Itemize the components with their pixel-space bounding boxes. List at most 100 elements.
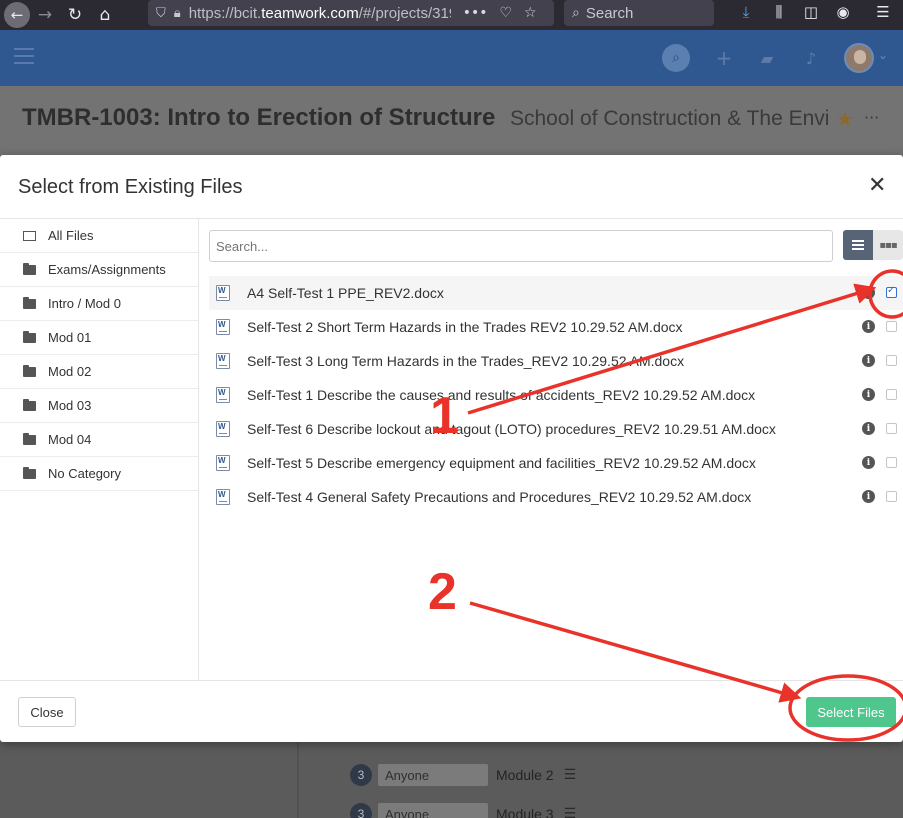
info-icon[interactable]: i xyxy=(862,354,875,367)
word-document-icon xyxy=(216,387,230,403)
annotation-step-1-label: 1 xyxy=(430,387,459,445)
file-search-input[interactable] xyxy=(209,230,833,262)
library-icon[interactable]: ⫼ xyxy=(768,0,790,24)
info-icon[interactable]: i xyxy=(862,286,875,299)
category-label: Mod 04 xyxy=(48,432,92,447)
account-icon[interactable]: ◉ xyxy=(832,0,854,24)
word-document-icon xyxy=(216,285,230,301)
category-sidebar: All Files Exams/Assignments Intro / Mod … xyxy=(0,219,199,680)
file-checkbox[interactable] xyxy=(886,491,897,502)
category-exams-assignments[interactable]: Exams/Assignments xyxy=(0,253,198,287)
task-count-badge: 3 xyxy=(350,764,372,786)
folder-icon xyxy=(23,262,36,275)
category-mod-03[interactable]: Mod 03 xyxy=(0,389,198,423)
sidebar-toggle-icon[interactable]: ◫ xyxy=(800,0,822,24)
assignee-pill: Anyone xyxy=(378,803,488,818)
file-checkbox[interactable] xyxy=(886,389,897,400)
file-row[interactable]: Self-Test 6 Describe lockout and tagout … xyxy=(209,412,903,446)
file-row[interactable]: Self-Test 5 Describe emergency equipment… xyxy=(209,446,903,480)
word-document-icon xyxy=(216,489,230,505)
hamburger-menu-icon[interactable] xyxy=(14,48,34,64)
user-avatar[interactable] xyxy=(844,43,874,73)
category-all-files[interactable]: All Files xyxy=(0,219,198,253)
select-files-modal: Select from Existing Files ✕ All Files E… xyxy=(0,155,903,742)
category-label: Mod 02 xyxy=(48,364,92,379)
file-checkbox[interactable] xyxy=(886,355,897,366)
file-name: Self-Test 2 Short Term Hazards in the Tr… xyxy=(247,319,683,335)
app-search-icon[interactable]: ⌕ xyxy=(662,44,690,72)
select-files-button[interactable]: Select Files xyxy=(806,697,896,727)
file-name: Self-Test 5 Describe emergency equipment… xyxy=(247,455,756,471)
word-document-icon xyxy=(216,319,230,335)
back-icon[interactable]: ← xyxy=(4,2,30,28)
category-mod-01[interactable]: Mod 01 xyxy=(0,321,198,355)
category-intro-mod-0[interactable]: Intro / Mod 0 xyxy=(0,287,198,321)
page-actions-icon[interactable]: ••• xyxy=(463,5,488,21)
modal-footer: Close Select Files xyxy=(0,680,903,742)
info-icon[interactable]: i xyxy=(862,422,875,435)
category-mod-04[interactable]: Mod 04 xyxy=(0,423,198,457)
shield-icon[interactable]: ⛉ xyxy=(156,6,166,21)
file-name: A4 Self-Test 1 PPE_REV2.docx xyxy=(247,285,444,301)
chevron-down-icon[interactable]: ⌄ xyxy=(878,48,888,62)
folder-icon xyxy=(23,330,36,343)
url-prefix: https://bcit. xyxy=(188,4,262,22)
modal-header: Select from Existing Files ✕ xyxy=(0,155,903,219)
file-checkbox[interactable] xyxy=(886,321,897,332)
reload-icon[interactable]: ↻ xyxy=(60,0,90,30)
info-icon[interactable]: i xyxy=(862,456,875,469)
folder-icon xyxy=(23,466,36,479)
star-icon[interactable]: ★ xyxy=(836,107,854,131)
word-document-icon xyxy=(216,421,230,437)
folder-icon xyxy=(23,364,36,377)
browser-search-placeholder: Search xyxy=(585,4,634,22)
notifications-bell-icon[interactable]: ♪ xyxy=(797,44,825,72)
url-text[interactable]: https://bcit.teamwork.com/#/projects/319 xyxy=(189,5,451,22)
list-view-toggle[interactable] xyxy=(843,230,873,260)
word-document-icon xyxy=(216,455,230,471)
forward-icon[interactable]: → xyxy=(30,0,60,30)
file-checkbox[interactable] xyxy=(886,423,897,434)
bookmark-star-icon[interactable]: ☆ xyxy=(524,5,537,21)
info-icon[interactable]: i xyxy=(862,320,875,333)
url-bar[interactable]: ⛉ 🔒︎ https://bcit.teamwork.com/#/project… xyxy=(148,0,554,26)
category-no-category[interactable]: No Category xyxy=(0,457,198,491)
info-icon[interactable]: i xyxy=(862,490,875,503)
app-header: ⌕ + ▰ ♪ ⌄ xyxy=(0,30,903,86)
lock-icon[interactable]: 🔒︎ xyxy=(174,6,181,21)
modal-title: Select from Existing Files xyxy=(18,176,243,198)
pocket-icon[interactable]: ♡ xyxy=(499,5,512,21)
close-icon[interactable]: ✕ xyxy=(868,173,886,198)
folder-icon xyxy=(23,398,36,411)
assignee-pill: Anyone xyxy=(378,764,488,786)
task-label: Module 3 xyxy=(496,806,554,818)
close-button[interactable]: Close xyxy=(18,697,76,727)
project-title: TMBR-1003: Intro to Erection of Structur… xyxy=(22,104,496,131)
grid-view-toggle[interactable]: ▪▪▪ xyxy=(873,230,903,260)
add-icon[interactable]: + xyxy=(710,44,738,72)
category-mod-02[interactable]: Mod 02 xyxy=(0,355,198,389)
search-icon: ⌕ xyxy=(572,5,580,21)
file-row[interactable]: Self-Test 4 General Safety Precautions a… xyxy=(209,480,903,514)
download-icon[interactable]: ⤓ xyxy=(735,0,757,24)
file-name: Self-Test 3 Long Term Hazards in the Tra… xyxy=(247,353,685,369)
file-name: Self-Test 4 General Safety Precautions a… xyxy=(247,489,752,505)
info-icon[interactable]: i xyxy=(862,388,875,401)
file-checkbox[interactable] xyxy=(886,457,897,468)
project-title-bar: TMBR-1003: Intro to Erection of Structur… xyxy=(0,86,903,156)
file-name: Self-Test 6 Describe lockout and tagout … xyxy=(247,421,776,437)
file-list: A4 Self-Test 1 PPE_REV2.docx i Self-Test… xyxy=(209,276,903,514)
browser-search-field[interactable]: ⌕ Search xyxy=(564,0,714,26)
home-icon[interactable]: ⌂ xyxy=(90,0,120,30)
file-row[interactable]: Self-Test 2 Short Term Hazards in the Tr… xyxy=(209,310,903,344)
url-domain: teamwork.com xyxy=(261,4,359,22)
more-options-icon[interactable]: ··· xyxy=(864,108,879,127)
file-row[interactable]: A4 Self-Test 1 PPE_REV2.docx i xyxy=(209,276,903,310)
category-label: No Category xyxy=(48,466,121,481)
file-row[interactable]: Self-Test 3 Long Term Hazards in the Tra… xyxy=(209,344,903,378)
file-row[interactable]: Self-Test 1 Describe the causes and resu… xyxy=(209,378,903,412)
menu-icon[interactable]: ☰ xyxy=(872,0,894,24)
task-count-badge: 3 xyxy=(350,803,372,818)
folder-icon[interactable]: ▰ xyxy=(753,44,781,72)
file-checkbox[interactable] xyxy=(886,285,897,298)
